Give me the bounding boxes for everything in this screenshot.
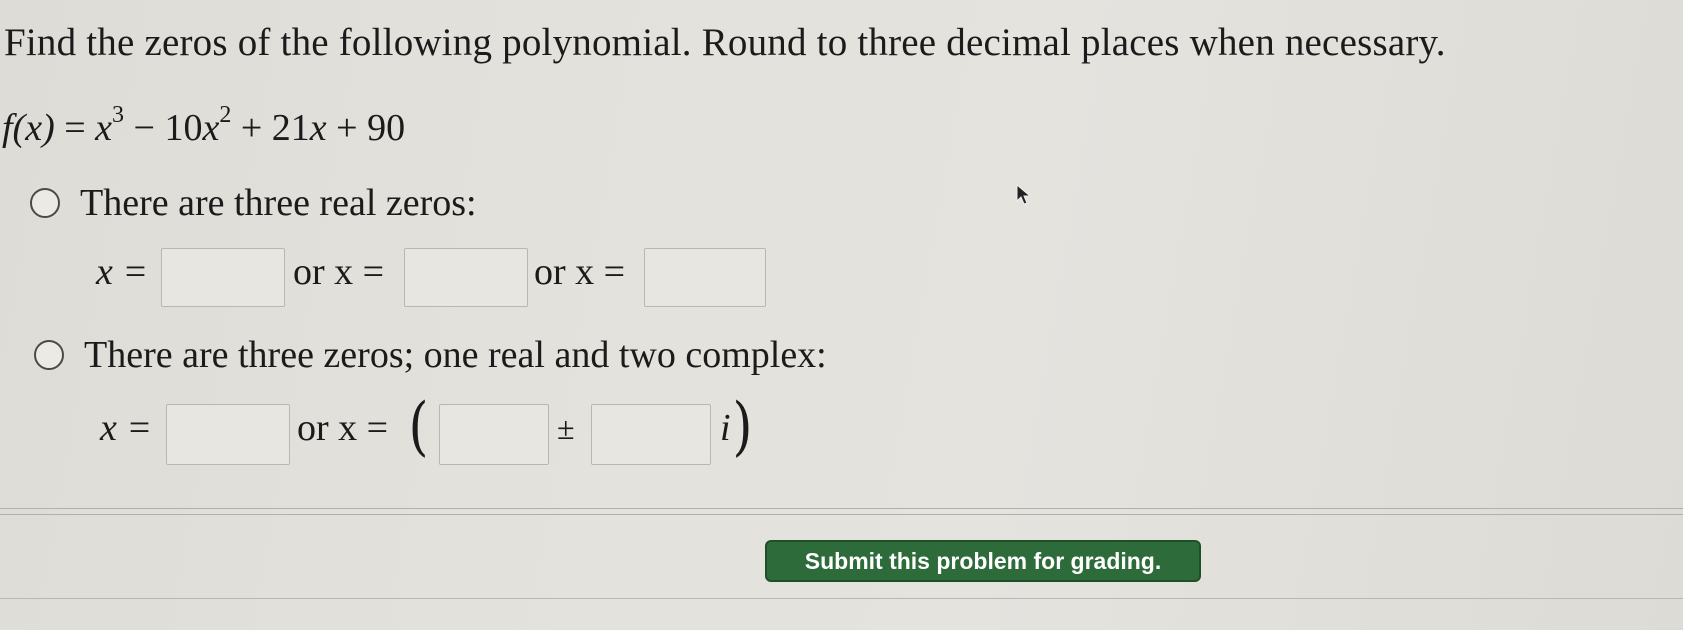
option-three-real-label: There are three real zeros:: [80, 182, 477, 224]
imaginary-unit: i: [720, 407, 731, 449]
section-divider-bottom: [0, 598, 1683, 599]
real-or-x-eq-3: or x =: [534, 251, 626, 293]
poly-term1-exp: 3: [112, 102, 125, 129]
close-paren: ): [732, 390, 753, 464]
poly-term3-base: x: [309, 107, 327, 149]
real-zeros-row: x = or x = or x =: [0, 248, 800, 308]
submit-button[interactable]: Submit this problem for grading.: [765, 540, 1201, 582]
poly-lhs: f(x): [2, 107, 55, 149]
real-zero-input-3[interactable]: [644, 248, 766, 307]
polynomial-expression: f(x) = x3 − 10x2 + 21x + 90: [2, 102, 406, 150]
poly-op2: + 21: [231, 107, 310, 149]
real-zero-input-2[interactable]: [404, 248, 528, 307]
real-or-x-eq-2: or x =: [293, 251, 385, 293]
poly-op3: + 90: [326, 107, 406, 149]
complex-real-part-input[interactable]: [439, 404, 549, 465]
poly-term1-base: x: [95, 107, 113, 149]
real-x-eq-1: x =: [96, 251, 149, 293]
poly-term2-exp: 2: [219, 102, 232, 129]
radio-one-real-two-complex[interactable]: [34, 340, 64, 370]
mouse-pointer-icon: [1016, 184, 1032, 205]
plus-minus-sign: ±: [557, 410, 575, 446]
complex-real-zero-input[interactable]: [166, 404, 290, 465]
problem-prompt: Find the zeros of the following polynomi…: [4, 21, 1446, 64]
open-paren: (: [408, 390, 429, 464]
real-zero-input-1[interactable]: [161, 248, 285, 307]
poly-eq: =: [54, 107, 96, 149]
complex-zeros-row: x = or x = ( ± i ): [0, 390, 800, 470]
option-one-real-two-complex[interactable]: There are three zeros; one real and two …: [34, 333, 827, 377]
section-divider-top: [0, 508, 1683, 515]
complex-imag-part-input[interactable]: [591, 404, 711, 465]
option-complex-label: There are three zeros; one real and two …: [84, 334, 827, 376]
poly-op1: − 10: [124, 107, 203, 149]
radio-three-real[interactable]: [30, 188, 60, 218]
poly-term2-base: x: [202, 107, 220, 149]
complex-or-x-eq-2: or x =: [297, 407, 389, 449]
option-three-real-zeros[interactable]: There are three real zeros:: [30, 181, 477, 225]
complex-x-eq-1: x =: [100, 407, 153, 449]
